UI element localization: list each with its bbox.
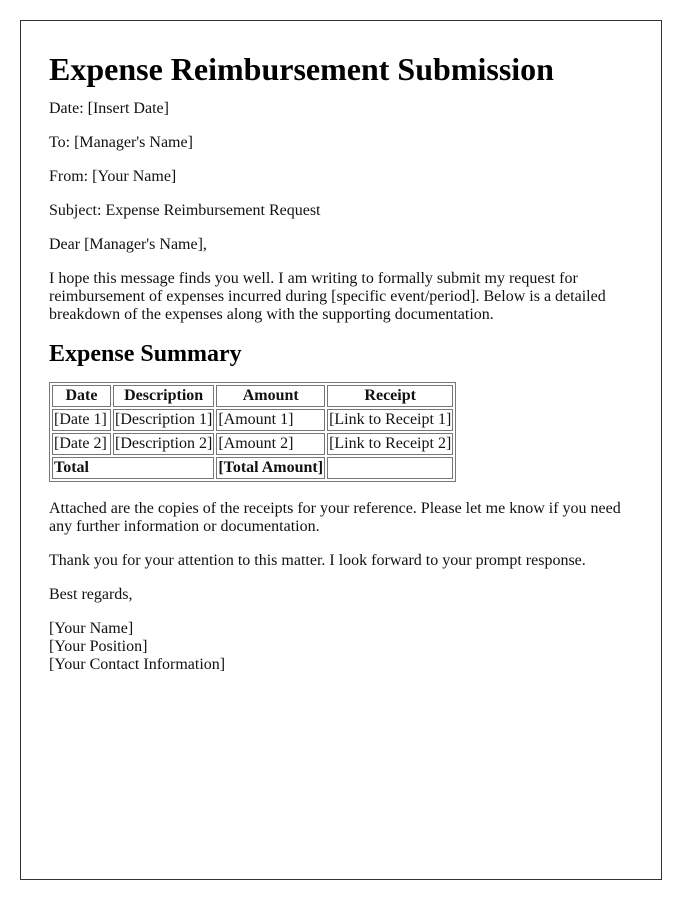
table-header-row: Date Description Amount Receipt: [52, 385, 454, 407]
attachment-paragraph: Attached are the copies of the receipts …: [49, 500, 621, 535]
header-receipt: Receipt: [327, 385, 454, 407]
signature-contact: [Your Contact Information]: [49, 656, 226, 673]
table-total-row: Total [Total Amount]: [52, 457, 454, 479]
cell-receipt: [Link to Receipt 2]: [327, 433, 454, 455]
table-row: [Date 2] [Description 2] [Amount 2] [Lin…: [52, 433, 454, 455]
thanks-paragraph: Thank you for your attention to this mat…: [49, 552, 586, 569]
to-line: To: [Manager's Name]: [49, 134, 193, 151]
closing: Best regards,: [49, 586, 133, 603]
table-row: [Date 1] [Description 1] [Amount 1] [Lin…: [52, 409, 454, 431]
salutation: Dear [Manager's Name],: [49, 236, 207, 253]
cell-amount: [Amount 2]: [216, 433, 326, 455]
intro-paragraph: I hope this message finds you well. I am…: [49, 270, 606, 323]
signature-block: [Your Name] [Your Position] [Your Contac…: [49, 620, 639, 674]
date-line: Date: [Insert Date]: [49, 100, 169, 117]
from-line: From: [Your Name]: [49, 168, 177, 185]
cell-receipt: [Link to Receipt 1]: [327, 409, 454, 431]
header-date: Date: [52, 385, 111, 407]
total-label: Total: [52, 457, 215, 479]
header-description: Description: [113, 385, 215, 407]
cell-amount: [Amount 1]: [216, 409, 326, 431]
expense-summary-heading: Expense Summary: [49, 341, 242, 367]
signature-position: [Your Position]: [49, 638, 148, 655]
header-amount: Amount: [216, 385, 326, 407]
expense-table: Date Description Amount Receipt [Date 1]…: [49, 382, 457, 482]
cell-description: [Description 1]: [113, 409, 215, 431]
total-receipt: [327, 457, 454, 479]
cell-description: [Description 2]: [113, 433, 215, 455]
letter-content: Expense Reimbursement Submission Date: […: [49, 47, 639, 674]
document-title: Expense Reimbursement Submission: [49, 51, 554, 87]
subject-line: Subject: Expense Reimbursement Request: [49, 202, 321, 219]
cell-date: [Date 2]: [52, 433, 111, 455]
total-amount: [Total Amount]: [216, 457, 326, 479]
signature-name: [Your Name]: [49, 620, 134, 637]
cell-date: [Date 1]: [52, 409, 111, 431]
letter-container: Expense Reimbursement Submission Date: […: [20, 20, 662, 880]
